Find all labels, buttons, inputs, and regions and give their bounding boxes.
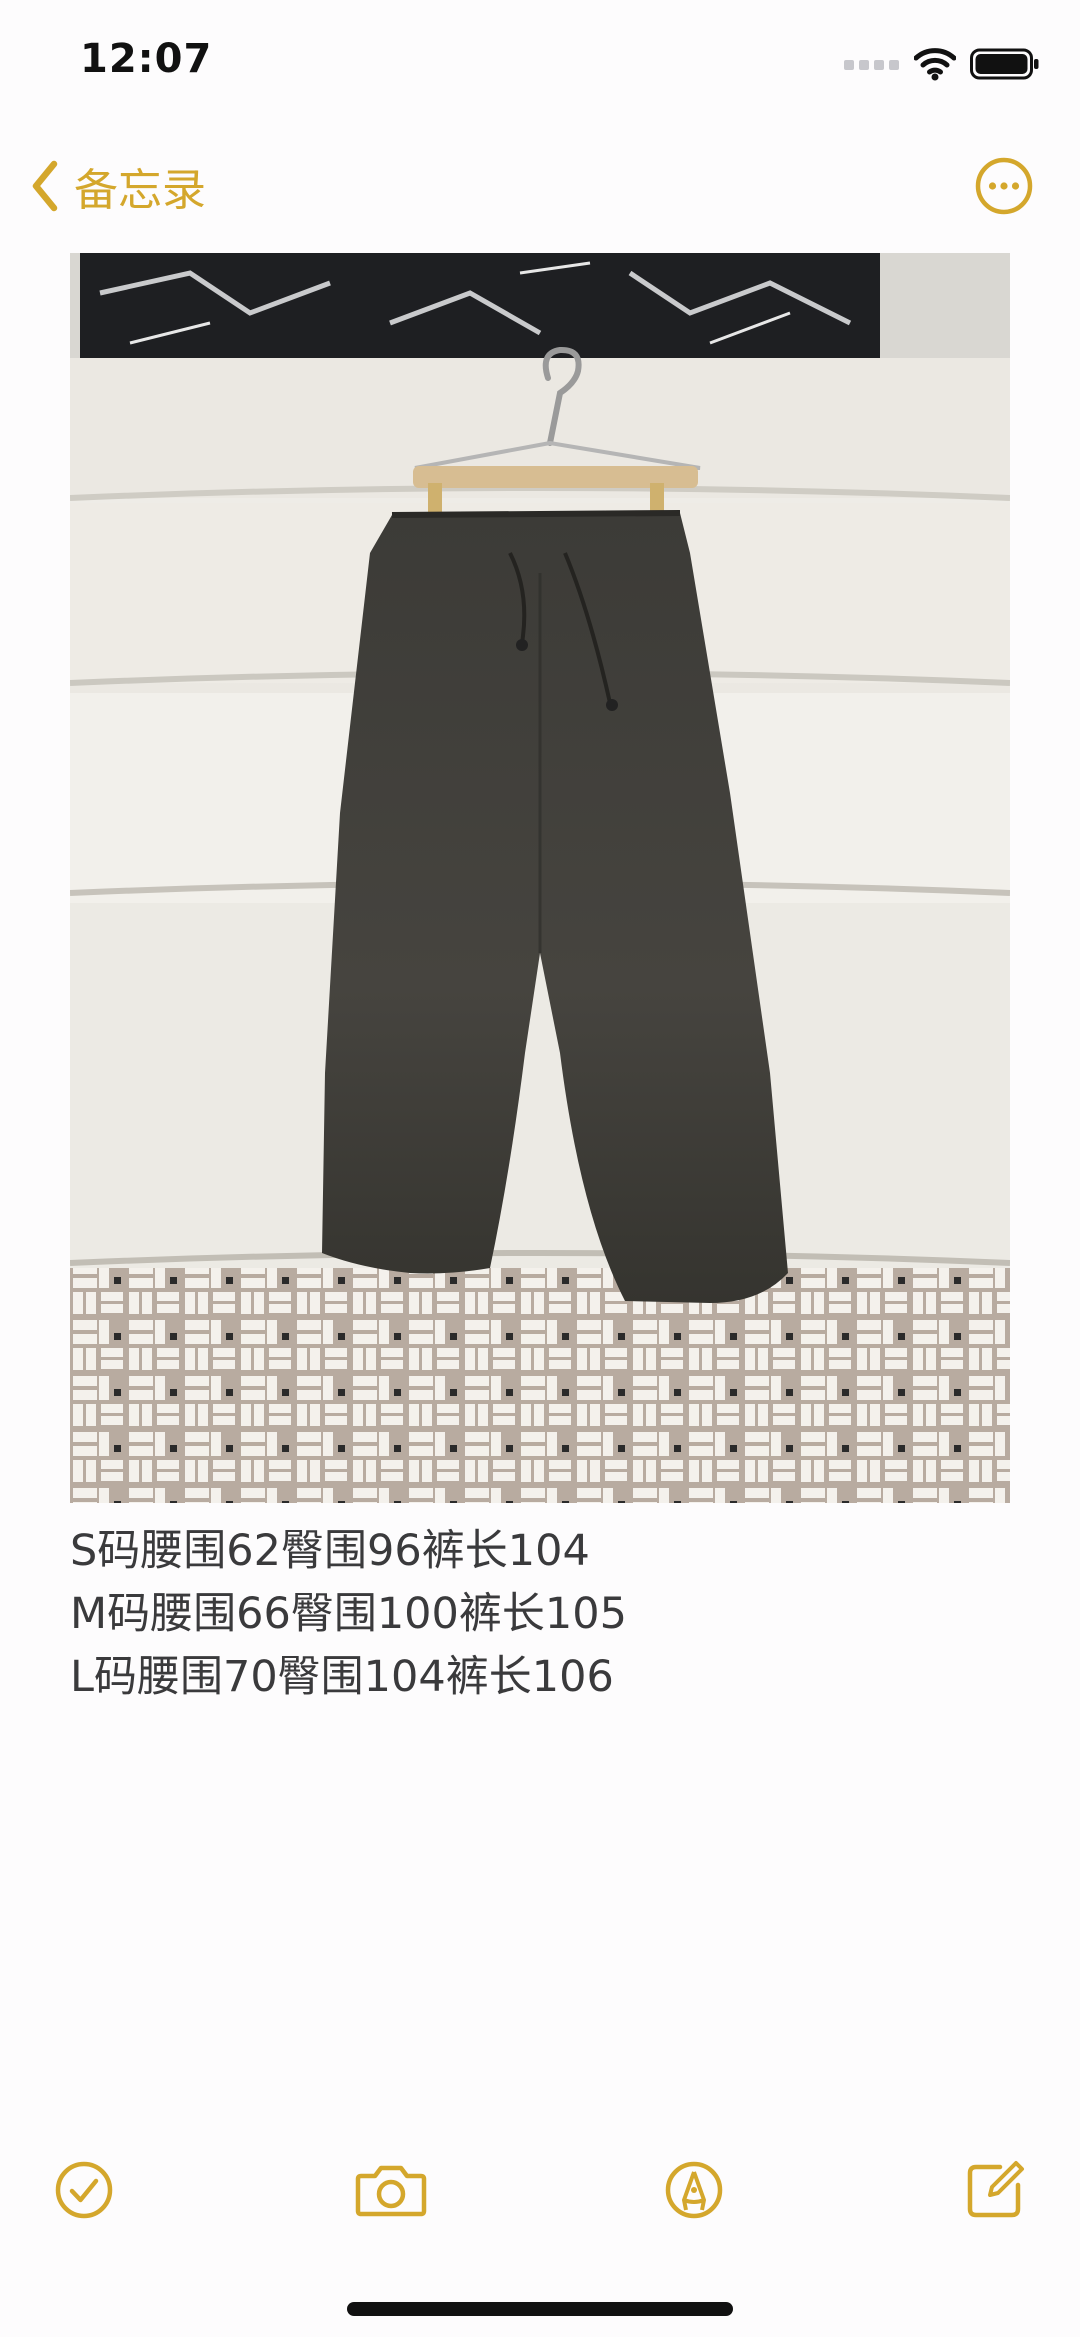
note-line-size-l: L码腰围70臀围104裤长106 <box>70 1652 614 1702</box>
more-button[interactable] <box>974 156 1034 216</box>
note-photo[interactable] <box>70 253 1010 1503</box>
ellipsis-circle-icon <box>975 157 1033 215</box>
compose-button[interactable] <box>955 2150 1035 2230</box>
note-line-size-m: M码腰围66臀围100裤长105 <box>70 1589 627 1639</box>
status-icons <box>844 44 1040 84</box>
home-indicator[interactable] <box>347 2302 733 2316</box>
compose-icon <box>967 2161 1024 2218</box>
chevron-left-icon <box>32 160 58 212</box>
trousers-photo-illustration <box>70 253 1010 1503</box>
signal-icon <box>844 60 899 70</box>
status-time: 12:07 <box>80 36 213 82</box>
back-label: 备忘录 <box>74 165 206 216</box>
status-bar: 12:07 <box>0 0 1080 130</box>
note-line-size-s: S码腰围62臀围96裤长104 <box>70 1526 590 1576</box>
camera-button[interactable] <box>351 2150 431 2230</box>
battery-icon <box>970 48 1039 80</box>
checkmark-circle-icon <box>55 2161 113 2219</box>
wifi-icon <box>914 48 956 81</box>
pen-tip-circle-icon <box>665 2161 723 2219</box>
camera-icon <box>355 2165 427 2217</box>
bottom-toolbar <box>0 2150 1080 2230</box>
markup-button[interactable] <box>654 2150 734 2230</box>
back-button[interactable]: 备忘录 <box>30 158 206 216</box>
note-body[interactable]: S码腰围62臀围96裤长104 M码腰围66臀围100裤长105 L码腰围70臀… <box>70 1520 1010 1709</box>
checklist-button[interactable] <box>44 2150 124 2230</box>
nav-bar: 备忘录 <box>0 140 1080 230</box>
